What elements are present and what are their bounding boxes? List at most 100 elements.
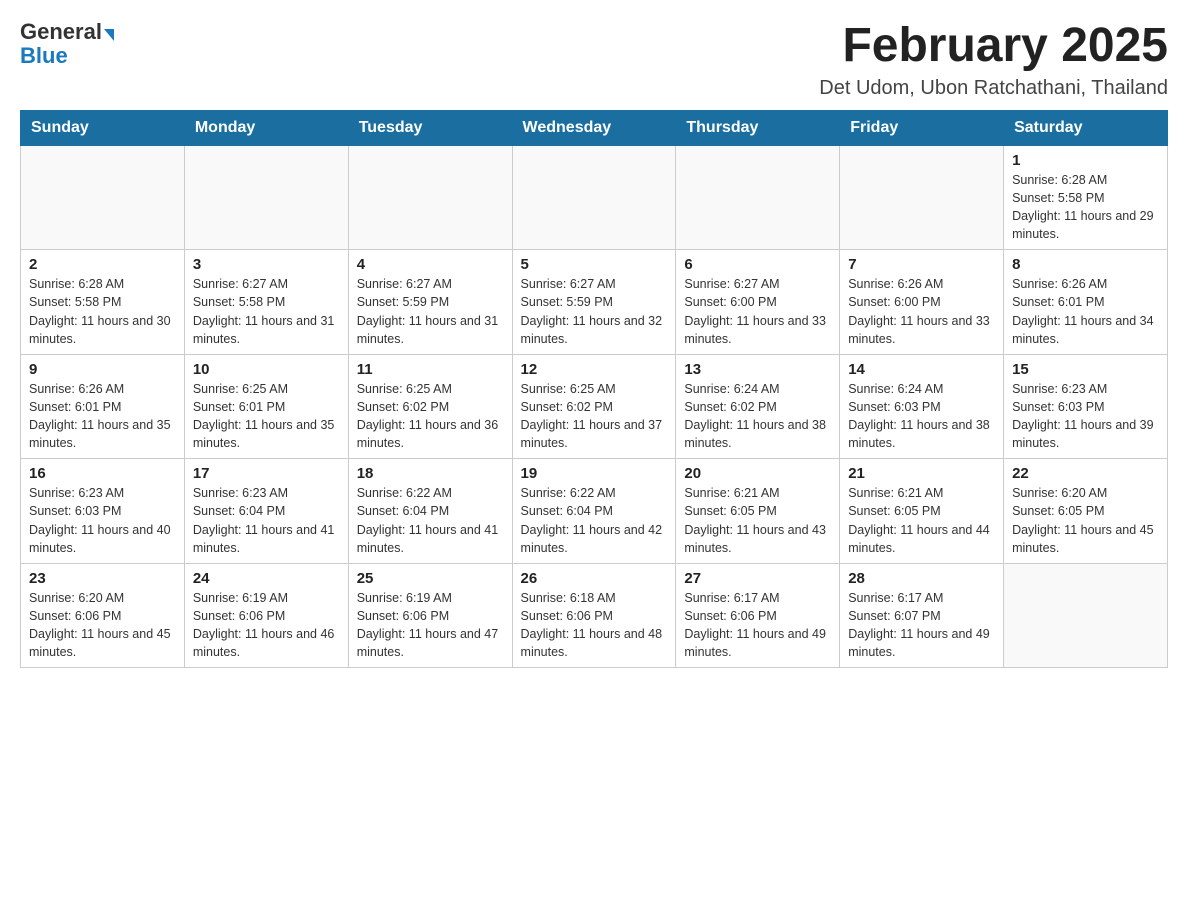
calendar-cell: [1004, 563, 1168, 668]
calendar-week-row: 2Sunrise: 6:28 AMSunset: 5:58 PMDaylight…: [21, 250, 1168, 355]
day-info: Sunrise: 6:20 AMSunset: 6:05 PMDaylight:…: [1012, 484, 1159, 557]
logo-general-text: General: [20, 19, 102, 44]
day-header-sunday: Sunday: [21, 110, 185, 145]
day-number: 5: [521, 256, 668, 273]
page-header: General Blue February 2025 Det Udom, Ubo…: [20, 20, 1168, 100]
day-info: Sunrise: 6:27 AMSunset: 5:58 PMDaylight:…: [193, 275, 340, 348]
calendar-cell: [676, 145, 840, 250]
day-number: 14: [848, 361, 995, 378]
calendar-week-row: 9 Sunrise: 6:26 AMSunset: 6:01 PMDaylight…: [21, 354, 1168, 459]
calendar-cell: [348, 145, 512, 250]
day-info: Sunrise: 6:23 AMSunset: 6:03 PMDaylight:…: [1012, 380, 1159, 453]
calendar-cell: [184, 145, 348, 250]
day-info: Sunrise: 6:27 AMSunset: 5:59 PMDaylight:…: [521, 275, 668, 348]
day-number: 18: [357, 465, 504, 482]
calendar-cell: 6 Sunrise: 6:27 AMSunset: 6:00 PMDaylight…: [676, 250, 840, 355]
day-info: Sunrise: 6:17 AMSunset: 6:07 PMDaylight:…: [848, 589, 995, 662]
calendar-cell: 21 Sunrise: 6:21 AMSunset: 6:05 PMDayligh…: [840, 459, 1004, 564]
calendar-cell: 12 Sunrise: 6:25 AMSunset: 6:02 PMDayligh…: [512, 354, 676, 459]
day-number: 9: [29, 361, 176, 378]
calendar-week-row: 23 Sunrise: 6:20 AMSunset: 6:06 PMDayligh…: [21, 563, 1168, 668]
logo-blue-text: Blue: [20, 44, 68, 68]
calendar-cell: 3 Sunrise: 6:27 AMSunset: 5:58 PMDaylight…: [184, 250, 348, 355]
day-number: 20: [684, 465, 831, 482]
day-number: 8: [1012, 256, 1159, 273]
day-number: 25: [357, 570, 504, 587]
calendar-cell: 17 Sunrise: 6:23 AMSunset: 6:04 PMDayligh…: [184, 459, 348, 564]
day-info: Sunrise: 6:26 AMSunset: 6:01 PMDaylight:…: [29, 380, 176, 453]
day-info: Sunrise: 6:28 AMSunset: 5:58 PMDaylight:…: [1012, 171, 1159, 244]
day-info: Sunrise: 6:25 AMSunset: 6:01 PMDaylight:…: [193, 380, 340, 453]
day-header-saturday: Saturday: [1004, 110, 1168, 145]
calendar-cell: 10 Sunrise: 6:25 AMSunset: 6:01 PMDayligh…: [184, 354, 348, 459]
day-number: 3: [193, 256, 340, 273]
day-info: Sunrise: 6:26 AMSunset: 6:01 PMDaylight:…: [1012, 275, 1159, 348]
day-header-friday: Friday: [840, 110, 1004, 145]
day-info: Sunrise: 6:19 AMSunset: 6:06 PMDaylight:…: [193, 589, 340, 662]
day-number: 19: [521, 465, 668, 482]
day-number: 15: [1012, 361, 1159, 378]
day-info: Sunrise: 6:25 AMSunset: 6:02 PMDaylight:…: [357, 380, 504, 453]
calendar-cell: 14 Sunrise: 6:24 AMSunset: 6:03 PMDayligh…: [840, 354, 1004, 459]
calendar-cell: 11 Sunrise: 6:25 AMSunset: 6:02 PMDayligh…: [348, 354, 512, 459]
calendar-week-row: 16 Sunrise: 6:23 AMSunset: 6:03 PMDayligh…: [21, 459, 1168, 564]
day-info: Sunrise: 6:27 AMSunset: 5:59 PMDaylight:…: [357, 275, 504, 348]
calendar-cell: 2Sunrise: 6:28 AMSunset: 5:58 PMDaylight…: [21, 250, 185, 355]
day-number: 26: [521, 570, 668, 587]
day-number: 1: [1012, 152, 1159, 169]
day-info: Sunrise: 6:23 AMSunset: 6:03 PMDaylight:…: [29, 484, 176, 557]
calendar-week-row: 1 Sunrise: 6:28 AMSunset: 5:58 PMDaylight…: [21, 145, 1168, 250]
day-number: 21: [848, 465, 995, 482]
calendar-cell: [21, 145, 185, 250]
day-number: 28: [848, 570, 995, 587]
day-info: Sunrise: 6:26 AMSunset: 6:00 PMDaylight:…: [848, 275, 995, 348]
calendar-subtitle: Det Udom, Ubon Ratchathani, Thailand: [819, 77, 1168, 100]
calendar-table: SundayMondayTuesdayWednesdayThursdayFrid…: [20, 110, 1168, 669]
day-number: 6: [684, 256, 831, 273]
day-number: 27: [684, 570, 831, 587]
day-number: 12: [521, 361, 668, 378]
day-number: 2: [29, 256, 176, 273]
day-number: 4: [357, 256, 504, 273]
day-number: 13: [684, 361, 831, 378]
day-info: Sunrise: 6:27 AMSunset: 6:00 PMDaylight:…: [684, 275, 831, 348]
calendar-cell: 18 Sunrise: 6:22 AMSunset: 6:04 PMDayligh…: [348, 459, 512, 564]
day-info: Sunrise: 6:19 AMSunset: 6:06 PMDaylight:…: [357, 589, 504, 662]
logo: General Blue: [20, 20, 114, 68]
day-info: Sunrise: 6:23 AMSunset: 6:04 PMDaylight:…: [193, 484, 340, 557]
calendar-cell: 15 Sunrise: 6:23 AMSunset: 6:03 PMDayligh…: [1004, 354, 1168, 459]
day-info: Sunrise: 6:21 AMSunset: 6:05 PMDaylight:…: [848, 484, 995, 557]
calendar-cell: 23 Sunrise: 6:20 AMSunset: 6:06 PMDayligh…: [21, 563, 185, 668]
day-info: Sunrise: 6:22 AMSunset: 6:04 PMDaylight:…: [521, 484, 668, 557]
calendar-cell: 25 Sunrise: 6:19 AMSunset: 6:06 PMDayligh…: [348, 563, 512, 668]
day-header-thursday: Thursday: [676, 110, 840, 145]
day-info: Sunrise: 6:17 AMSunset: 6:06 PMDaylight:…: [684, 589, 831, 662]
day-header-wednesday: Wednesday: [512, 110, 676, 145]
calendar-cell: 9 Sunrise: 6:26 AMSunset: 6:01 PMDaylight…: [21, 354, 185, 459]
day-info: Sunrise: 6:24 AMSunset: 6:03 PMDaylight:…: [848, 380, 995, 453]
day-info: Sunrise: 6:21 AMSunset: 6:05 PMDaylight:…: [684, 484, 831, 557]
day-number: 7: [848, 256, 995, 273]
calendar-cell: 24 Sunrise: 6:19 AMSunset: 6:06 PMDayligh…: [184, 563, 348, 668]
day-number: 11: [357, 361, 504, 378]
calendar-cell: 20 Sunrise: 6:21 AMSunset: 6:05 PMDayligh…: [676, 459, 840, 564]
day-header-tuesday: Tuesday: [348, 110, 512, 145]
calendar-cell: 22Sunrise: 6:20 AMSunset: 6:05 PMDayligh…: [1004, 459, 1168, 564]
day-info: Sunrise: 6:25 AMSunset: 6:02 PMDaylight:…: [521, 380, 668, 453]
day-number: 23: [29, 570, 176, 587]
day-info: Sunrise: 6:20 AMSunset: 6:06 PMDaylight:…: [29, 589, 176, 662]
day-number: 17: [193, 465, 340, 482]
calendar-cell: 19 Sunrise: 6:22 AMSunset: 6:04 PMDayligh…: [512, 459, 676, 564]
day-header-monday: Monday: [184, 110, 348, 145]
day-info: Sunrise: 6:24 AMSunset: 6:02 PMDaylight:…: [684, 380, 831, 453]
calendar-cell: [840, 145, 1004, 250]
day-number: 10: [193, 361, 340, 378]
day-info: Sunrise: 6:18 AMSunset: 6:06 PMDaylight:…: [521, 589, 668, 662]
calendar-cell: 5 Sunrise: 6:27 AMSunset: 5:59 PMDaylight…: [512, 250, 676, 355]
calendar-cell: 27 Sunrise: 6:17 AMSunset: 6:06 PMDayligh…: [676, 563, 840, 668]
calendar-cell: 4 Sunrise: 6:27 AMSunset: 5:59 PMDaylight…: [348, 250, 512, 355]
logo-top-line: General: [20, 20, 114, 44]
day-number: 16: [29, 465, 176, 482]
day-info: Sunrise: 6:22 AMSunset: 6:04 PMDaylight:…: [357, 484, 504, 557]
day-number: 24: [193, 570, 340, 587]
